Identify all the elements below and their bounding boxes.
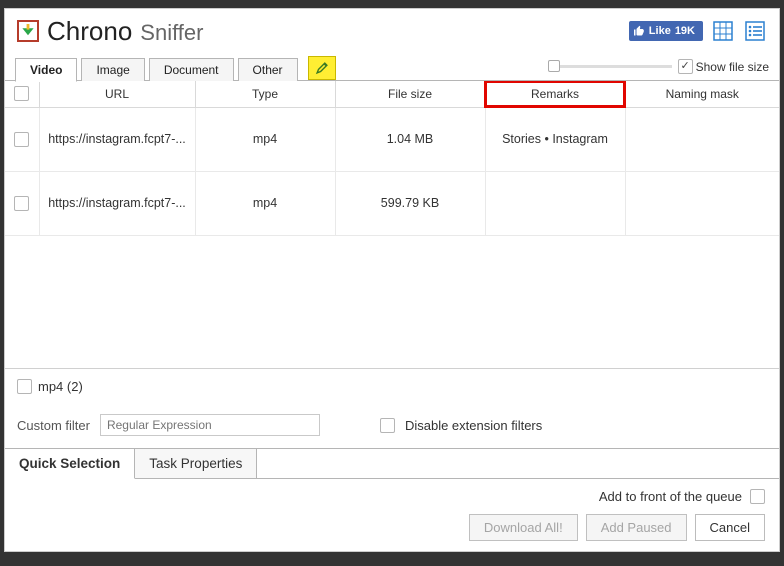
cell-type: mp4 [195, 107, 335, 171]
table-header-row: URL Type File size Remarks Naming mask [5, 81, 779, 107]
select-all-checkbox[interactable] [14, 86, 29, 101]
thumb-up-icon [633, 25, 645, 37]
title-light: Sniffer [140, 20, 203, 46]
table-row[interactable]: https://instagram.fcpt7-... mp4 599.79 K… [5, 171, 779, 235]
download-all-button[interactable]: Download All! [469, 514, 578, 541]
row-checkbox[interactable] [14, 196, 29, 211]
cell-size: 599.79 KB [335, 171, 485, 235]
row-checkbox[interactable] [14, 132, 29, 147]
pencil-icon [315, 61, 329, 75]
custom-filter-input[interactable] [100, 414, 320, 436]
col-checkbox[interactable] [5, 81, 39, 107]
fb-like-label: Like [649, 25, 671, 37]
list-view-button[interactable] [743, 19, 767, 43]
col-remarks[interactable]: Remarks [485, 81, 625, 107]
edit-button[interactable] [308, 56, 336, 80]
disable-ext-label: Disable extension filters [405, 418, 542, 433]
results-table: URL Type File size Remarks Naming mask h… [5, 81, 779, 236]
tab-other[interactable]: Other [238, 58, 298, 81]
cell-url: https://instagram.fcpt7-... [39, 171, 195, 235]
queue-label: Add to front of the queue [599, 489, 742, 504]
custom-filter-label: Custom filter [17, 418, 90, 433]
slider-handle[interactable] [548, 60, 560, 72]
disable-ext-checkbox[interactable] [380, 418, 395, 433]
cell-size: 1.04 MB [335, 107, 485, 171]
cancel-button[interactable]: Cancel [695, 514, 765, 541]
tab-document[interactable]: Document [149, 58, 234, 81]
tab-task-properties[interactable]: Task Properties [135, 449, 257, 478]
cell-url: https://instagram.fcpt7-... [39, 107, 195, 171]
col-url[interactable]: URL [39, 81, 195, 107]
app-logo [17, 20, 39, 42]
cell-naming [625, 171, 779, 235]
grid-view-button[interactable] [711, 19, 735, 43]
cell-remarks: Stories • Instagram [485, 107, 625, 171]
grid-icon [713, 21, 733, 41]
col-size[interactable]: File size [335, 81, 485, 107]
list-icon [745, 21, 765, 41]
col-naming[interactable]: Naming mask [625, 81, 779, 107]
mp4-filter-label: mp4 (2) [38, 379, 83, 394]
cell-type: mp4 [195, 171, 335, 235]
cell-remarks [485, 171, 625, 235]
facebook-like-button[interactable]: Like 19K [629, 21, 703, 41]
tab-quick-selection[interactable]: Quick Selection [5, 449, 135, 479]
table-row[interactable]: https://instagram.fcpt7-... mp4 1.04 MB … [5, 107, 779, 171]
tab-image[interactable]: Image [81, 58, 144, 81]
show-file-size-toggle[interactable]: Show file size [678, 59, 769, 74]
cell-naming [625, 107, 779, 171]
mp4-filter-checkbox[interactable] [17, 379, 32, 394]
queue-checkbox[interactable] [750, 489, 765, 504]
title-bold: Chrono [47, 16, 132, 47]
show-file-size-label: Show file size [696, 60, 769, 74]
size-slider[interactable] [552, 65, 672, 68]
type-filter-row[interactable]: mp4 (2) [5, 369, 779, 412]
show-file-size-checkbox[interactable] [678, 59, 693, 74]
tab-video[interactable]: Video [15, 58, 77, 82]
col-type[interactable]: Type [195, 81, 335, 107]
app-title: Chrono Sniffer [47, 16, 203, 47]
add-paused-button[interactable]: Add Paused [586, 514, 687, 541]
fb-like-count: 19K [675, 25, 695, 37]
